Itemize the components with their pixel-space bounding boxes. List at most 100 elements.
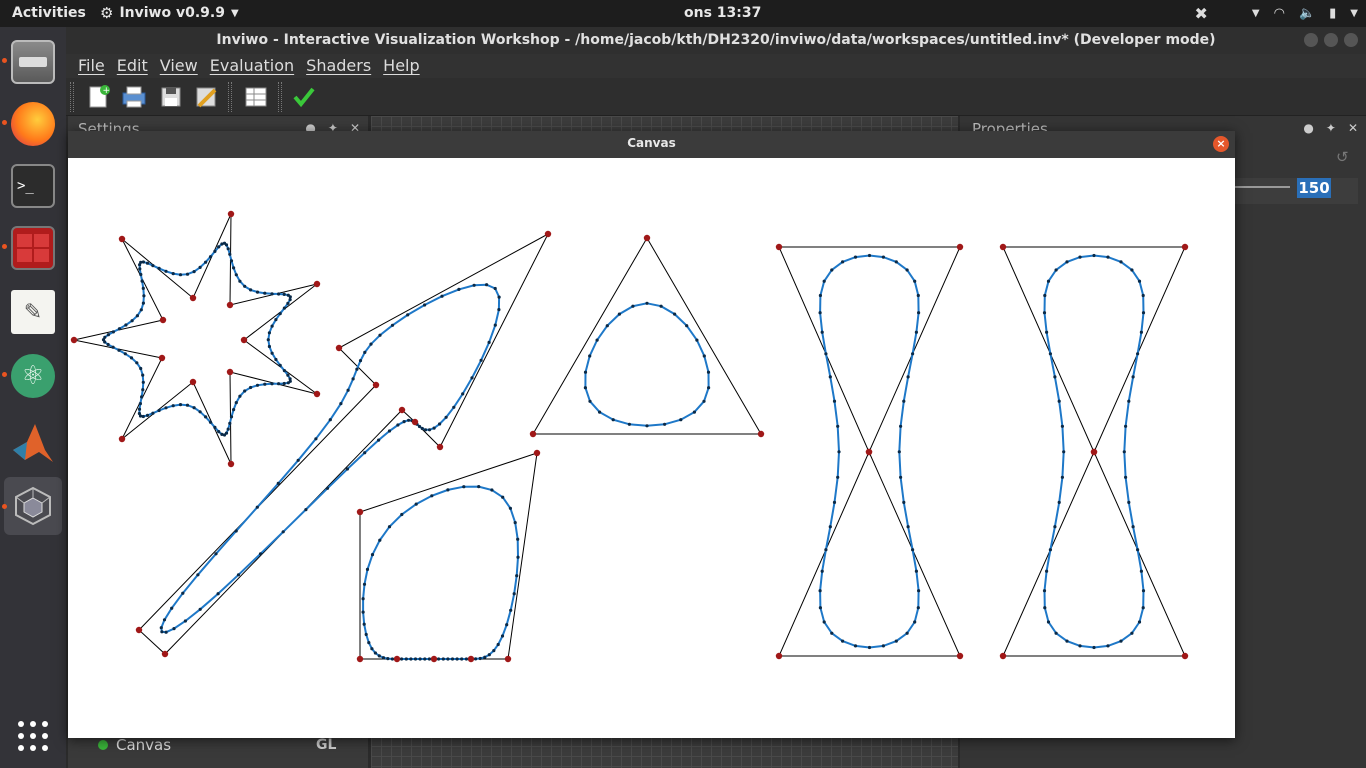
dock-terminal[interactable]: >_ xyxy=(4,157,62,215)
menu-edit[interactable]: Edit xyxy=(111,54,154,78)
open-workspace-button[interactable] xyxy=(121,84,147,110)
control-point xyxy=(865,448,873,456)
curve-sample-point xyxy=(185,272,190,276)
clock[interactable]: ons 13:37 xyxy=(684,5,761,21)
curve-sample-point xyxy=(234,529,238,533)
curve-sample-point xyxy=(505,623,509,627)
system-menu-chevron-icon[interactable]: ▼ xyxy=(1350,8,1358,19)
tray-chevron-down-icon[interactable]: ▼ xyxy=(1252,8,1260,19)
menu-help[interactable]: Help xyxy=(377,54,425,78)
wifi-icon[interactable]: ◠ xyxy=(1274,6,1285,21)
evaluate-button[interactable] xyxy=(291,84,317,110)
control-point xyxy=(775,243,783,251)
new-workspace-button[interactable]: + xyxy=(86,84,112,110)
float-icon[interactable]: ● xyxy=(1303,121,1313,135)
control-polygon xyxy=(73,213,318,465)
dock-text-editor[interactable]: ✎ xyxy=(4,283,62,341)
curve-render-area[interactable] xyxy=(68,158,1235,738)
dropbox-icon[interactable]: ✖ xyxy=(1195,4,1208,23)
curve-sample-point xyxy=(228,421,232,425)
curve-sample-point xyxy=(474,657,478,661)
canvas-titlebar[interactable]: Canvas × xyxy=(68,131,1235,158)
control-point xyxy=(529,430,537,438)
menu-evaluation[interactable]: Evaluation xyxy=(204,54,300,78)
files-icon xyxy=(11,40,55,84)
curve-sample-point xyxy=(583,370,588,374)
maximize-button[interactable] xyxy=(1324,33,1338,47)
curve-sample-point xyxy=(258,552,263,556)
property-slider[interactable] xyxy=(1230,186,1290,188)
curve-sample-point xyxy=(588,354,592,358)
dock-atom[interactable]: ⚛ xyxy=(4,347,62,405)
curve-sample-point xyxy=(123,352,127,356)
curve-sample-point xyxy=(478,656,482,661)
spline-curve xyxy=(362,485,520,660)
curve-sample-point xyxy=(818,293,823,298)
window-title: Inviwo - Interactive Visualization Works… xyxy=(216,32,1216,48)
curve-sample-point xyxy=(278,363,282,367)
save-workspace-button[interactable] xyxy=(158,84,184,110)
menu-shaders[interactable]: Shaders xyxy=(300,54,377,78)
curve-sample-point xyxy=(493,286,497,291)
curve-sample-point xyxy=(346,388,350,392)
curve-sample-point xyxy=(400,512,404,517)
curve-sample-point xyxy=(129,356,134,360)
curve-sample-point xyxy=(198,607,202,611)
pin-icon[interactable]: ✦ xyxy=(1326,121,1336,135)
curve-sample-point xyxy=(164,269,168,273)
system-tray[interactable]: ✖ ▼ ◠ 🔈 ▮ ▼ xyxy=(1195,3,1359,23)
curve-sample-point xyxy=(818,311,822,315)
matlab-icon xyxy=(11,420,55,464)
curve-sample-point xyxy=(226,247,230,251)
curve-sample-point xyxy=(141,414,145,419)
curve-sample-point xyxy=(135,314,139,318)
dock-matlab[interactable] xyxy=(4,413,62,471)
menu-view[interactable]: View xyxy=(154,54,204,78)
minimize-button[interactable] xyxy=(1304,33,1318,47)
close-button[interactable] xyxy=(1344,33,1358,47)
curve-sample-point xyxy=(493,323,497,327)
processor-list-item[interactable]: Canvas GL xyxy=(98,736,336,754)
menu-file[interactable]: File xyxy=(72,54,111,78)
curve-sample-point xyxy=(139,308,143,312)
dock-close-icon[interactable]: ✕ xyxy=(1348,121,1358,135)
curve-sample-point xyxy=(361,597,365,601)
dock-inviwo[interactable] xyxy=(4,477,62,535)
dock-firefox[interactable] xyxy=(4,95,62,153)
curve-sample-point xyxy=(140,395,144,399)
save-as-button[interactable] xyxy=(193,84,219,110)
activities-button[interactable]: Activities xyxy=(12,5,86,21)
curve-sample-point xyxy=(1045,569,1049,573)
curve-sample-point xyxy=(386,657,390,661)
dock-terminator[interactable] xyxy=(4,219,62,277)
battery-icon[interactable]: ▮ xyxy=(1329,6,1336,21)
curve-sample-point xyxy=(1130,631,1134,635)
curve-sample-point xyxy=(106,333,110,337)
curve-sample-point xyxy=(224,243,229,247)
curve-sample-point xyxy=(277,382,281,386)
curve-sample-point xyxy=(828,525,832,529)
control-point xyxy=(227,210,235,218)
spline-curve xyxy=(160,283,501,634)
canvas-close-button[interactable]: × xyxy=(1213,136,1229,152)
curve-sample-point xyxy=(914,330,919,334)
curve-sample-point xyxy=(1053,375,1057,379)
settings-button[interactable] xyxy=(243,84,269,110)
property-spinbox[interactable]: 150 xyxy=(1297,178,1331,198)
curve-sample-point xyxy=(1054,268,1058,272)
curve-sample-point xyxy=(841,639,845,643)
curve-sample-point xyxy=(418,657,422,661)
curve-sample-point xyxy=(1136,548,1140,552)
dock-files[interactable] xyxy=(4,33,62,91)
svg-text:+: + xyxy=(103,86,111,96)
control-point xyxy=(159,316,167,324)
curve-sample-point xyxy=(282,292,286,296)
volume-icon[interactable]: 🔈 xyxy=(1299,6,1315,21)
app-menu[interactable]: ⚙ Inviwo v0.9.9 ▼ xyxy=(100,4,239,22)
window-titlebar[interactable]: Inviwo - Interactive Visualization Works… xyxy=(66,27,1366,54)
reset-icon[interactable]: ↺ xyxy=(1336,148,1349,166)
show-applications-button[interactable] xyxy=(4,707,62,765)
curve-sample-point xyxy=(497,295,501,299)
curve-sample-point xyxy=(378,333,382,337)
curve-sample-point xyxy=(232,408,236,412)
